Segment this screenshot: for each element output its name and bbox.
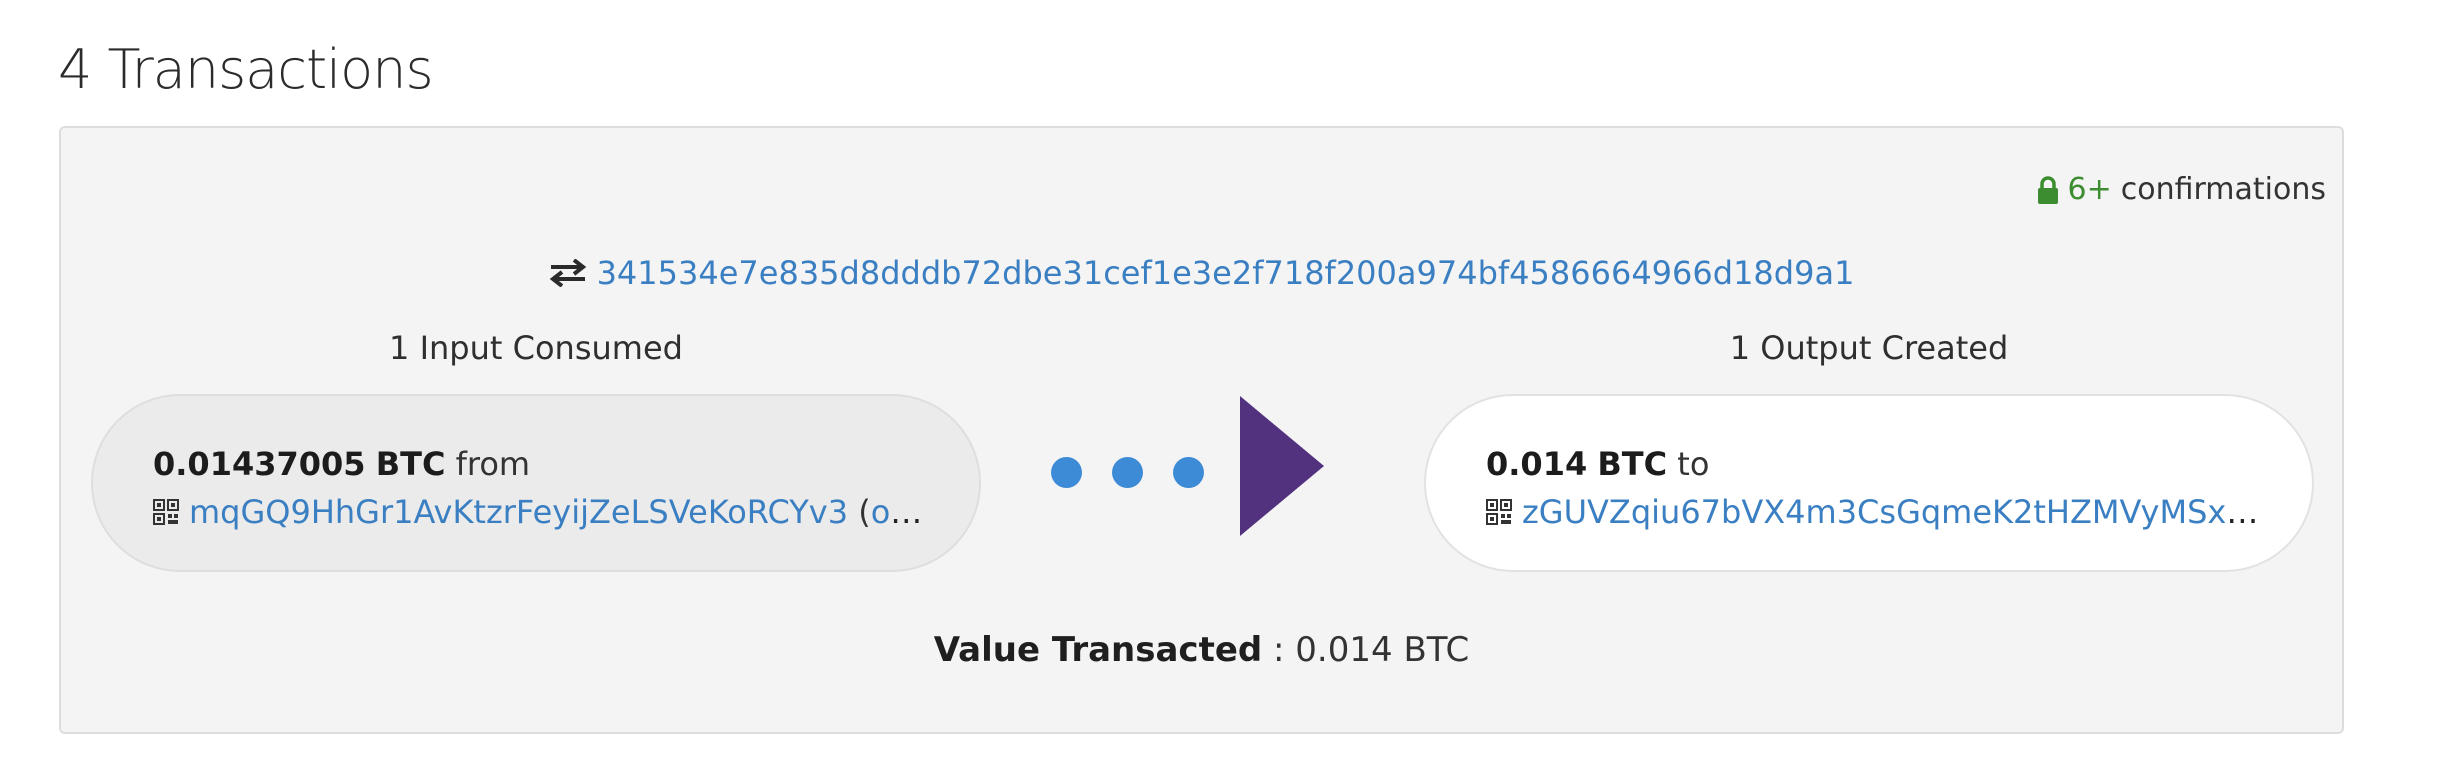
value-separator: :	[1262, 630, 1296, 670]
flow-dot	[1112, 457, 1143, 488]
qrcode-icon[interactable]	[1486, 499, 1512, 525]
flow-dot	[1173, 457, 1204, 488]
input-address-link[interactable]: mqGQ9HhGr1AvKtzrFeyijZeLSVeKoRCYv3	[189, 493, 848, 531]
input-address-line: mqGQ9HhGr1AvKtzrFeyijZeLSVeKoRCYv3 (outp…	[153, 488, 939, 536]
value-transacted-amount: 0.014 BTC	[1295, 630, 1470, 670]
lock-icon	[2038, 176, 2059, 204]
transaction-hash-link[interactable]: 341534e7e835d8dddb72dbe31cef1e3e2f718f20…	[597, 254, 1855, 292]
input-box: 0.01437005 BTC from mqGQ9HhGr1AvKtzrFeyi…	[91, 394, 981, 572]
page-title: 4 Transactions	[58, 38, 434, 101]
qrcode-icon[interactable]	[153, 499, 179, 525]
flow-triangle-icon	[1240, 396, 1324, 536]
confirmations-label: confirmations	[2120, 172, 2326, 207]
value-transacted-label: Value Transacted	[933, 630, 1263, 670]
confirmations-status: 6+ confirmations	[2037, 170, 2326, 210]
output-address-link[interactable]: zGUVZqiu67bVX4m3CsGqmeK2tHZMVyMSxQ	[1522, 493, 2258, 531]
output-status-text: (uns…	[2262, 493, 2272, 531]
input-direction-label: from	[455, 445, 531, 483]
input-amount-unit: BTC	[375, 445, 446, 483]
flow-dot	[1051, 457, 1082, 488]
output-amount-unit: BTC	[1597, 445, 1668, 483]
exchange-icon	[549, 259, 586, 287]
transaction-panel: 6+ confirmations 341534e7e835d8dddb72dbe…	[59, 126, 2344, 734]
input-amount: 0.01437005	[153, 445, 366, 483]
input-paren-open: (	[858, 493, 871, 531]
transaction-hash-row: 341534e7e835d8dddb72dbe31cef1e3e2f718f20…	[61, 253, 2342, 293]
outputs-header: 1 Output Created	[1729, 329, 2009, 367]
inputs-header: 1 Input Consumed	[389, 329, 683, 367]
output-amount-line: 0.014 BTC to	[1486, 440, 2272, 488]
output-amount: 0.014	[1486, 445, 1588, 483]
value-transacted: Value Transacted : 0.014 BTC	[61, 628, 2342, 672]
input-amount-line: 0.01437005 BTC from	[153, 440, 939, 488]
output-direction-label: to	[1677, 445, 1710, 483]
output-box: 0.014 BTC to zGUVZqiu67bVX4m3CsGqmeK2tHZ…	[1424, 394, 2314, 572]
input-output-link[interactable]: output	[871, 493, 939, 531]
confirmations-count: 6+	[2067, 172, 2112, 207]
flow-arrow-icon	[1051, 396, 1351, 546]
output-address-line: zGUVZqiu67bVX4m3CsGqmeK2tHZMVyMSxQ (uns…	[1486, 488, 2272, 536]
